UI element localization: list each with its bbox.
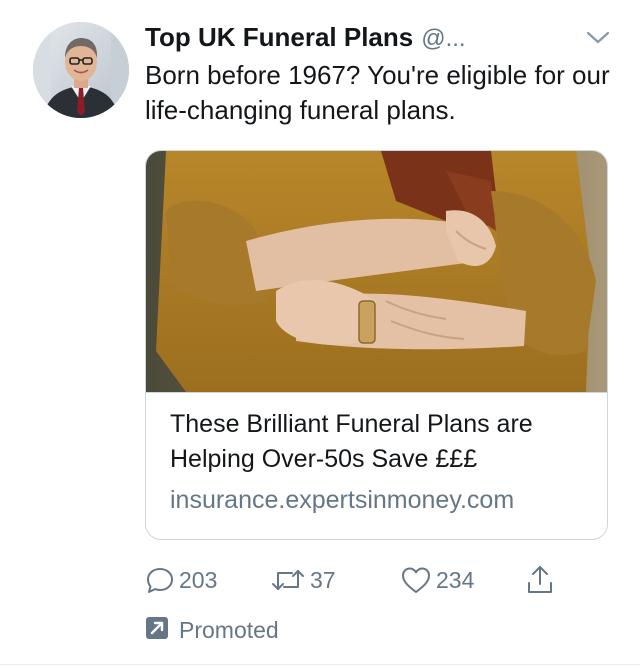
promoted-label: Promoted	[179, 616, 279, 643]
author-name[interactable]: Top UK Funeral Plans	[145, 22, 413, 53]
tweet-actions: 203 37 234	[145, 562, 585, 598]
reply-button[interactable]: 203	[145, 562, 217, 598]
promoted-indicator[interactable]: Promoted	[145, 615, 279, 645]
retweet-icon	[270, 565, 306, 595]
share-icon	[525, 564, 555, 596]
avatar[interactable]	[33, 22, 129, 118]
like-button[interactable]: 234	[400, 562, 474, 598]
link-card[interactable]: These Brilliant Funeral Plans are Helpin…	[145, 150, 608, 540]
tweet-text: Born before 1967? You're eligible for ou…	[145, 60, 610, 125]
tweet-header: Top UK Funeral Plans @...	[145, 22, 466, 56]
card-domain[interactable]: insurance.expertsinmoney.com	[170, 483, 514, 517]
reply-count: 203	[179, 566, 218, 593]
reply-icon	[145, 565, 175, 595]
share-button[interactable]	[525, 562, 555, 598]
divider	[0, 664, 640, 665]
promoted-icon	[145, 616, 169, 645]
like-count: 234	[436, 566, 475, 593]
card-title[interactable]: These Brilliant Funeral Plans are Helpin…	[170, 407, 590, 477]
chevron-down-icon[interactable]	[585, 30, 611, 46]
retweet-button[interactable]: 37	[270, 562, 336, 598]
author-handle[interactable]: @...	[421, 25, 465, 53]
card-image[interactable]	[146, 151, 607, 393]
like-icon	[400, 565, 432, 595]
tweet[interactable]: Top UK Funeral Plans @... Born before 19…	[0, 0, 640, 669]
retweet-count: 37	[310, 566, 336, 593]
